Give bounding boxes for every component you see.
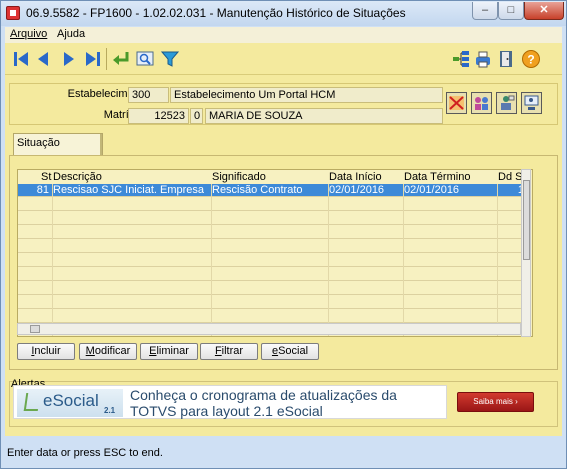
- estabelecimento-code-field[interactable]: 300: [128, 87, 169, 103]
- menu-arquivo-label: Arquivo: [10, 28, 48, 40]
- tab-situacao-label: Situação: [17, 137, 60, 149]
- client-area: ? Estabelecimento: 300 Estabelecimento U…: [5, 43, 562, 436]
- person-card-button[interactable]: [496, 92, 517, 114]
- filtrar-mnemonic: F: [214, 345, 222, 357]
- esocial-logo-version: 2.1: [104, 406, 116, 415]
- empty-row: [18, 226, 524, 239]
- modificar-button[interactable]: Modificar: [79, 343, 137, 360]
- last-record-icon[interactable]: [83, 49, 103, 69]
- column-divider: [211, 184, 212, 336]
- saiba-mais-button[interactable]: Saiba mais ›: [457, 392, 534, 412]
- esocial-check-icon: [23, 393, 41, 411]
- esocial-button[interactable]: eSocial: [261, 343, 319, 360]
- matricula-digit-field: 0: [190, 108, 203, 124]
- incluir-label: ncluir: [34, 345, 61, 357]
- application-window: 06.9.5582 - FP1600 - 1.02.02.031 - Manut…: [0, 0, 567, 469]
- person-computer-button[interactable]: [521, 92, 542, 114]
- column-divider: [497, 184, 498, 336]
- tab-situacao[interactable]: Situação: [13, 133, 103, 155]
- previous-record-icon[interactable]: [33, 49, 53, 69]
- empty-row: [18, 268, 524, 281]
- modificar-mnemonic: M: [85, 345, 95, 357]
- column-header-descricao[interactable]: Descrição: [53, 170, 102, 184]
- cell-st: 81: [36, 184, 49, 196]
- print-icon[interactable]: [473, 49, 493, 69]
- esocial-banner[interactable]: eSocial 2.1 Conheça o cronograma de atua…: [13, 385, 447, 419]
- cell-descricao: Rescisao SJC Iniciat. Empresa: [53, 184, 204, 196]
- esocial-label: Social: [278, 345, 309, 357]
- next-record-icon[interactable]: [59, 49, 79, 69]
- minimize-button[interactable]: –: [472, 2, 498, 20]
- eliminar-button[interactable]: Eliminar: [140, 343, 198, 360]
- menu-ajuda-label: Ajuda: [57, 28, 86, 40]
- cell-data-inicio: 02/01/2016: [329, 184, 385, 196]
- table-row[interactable]: 81 Rescisao SJC Iniciat. Empresa Rescisã…: [18, 184, 524, 197]
- empty-row: [18, 296, 524, 309]
- toolbar-separator: [106, 48, 107, 70]
- people-group-button[interactable]: [471, 92, 492, 114]
- column-divider: [403, 184, 404, 336]
- column-header-st[interactable]: St: [41, 170, 51, 184]
- situations-grid[interactable]: St Descrição Significado Data Início Dat…: [17, 169, 533, 337]
- esocial-logo: eSocial 2.1: [17, 389, 123, 417]
- employee-name-field: MARIA DE SOUZA: [205, 108, 443, 124]
- incluir-button[interactable]: Incluir: [17, 343, 75, 360]
- column-divider: [52, 184, 53, 336]
- horizontal-scrollbar[interactable]: [17, 323, 521, 335]
- status-bar: Enter data or press ESC to end.: [1, 439, 566, 468]
- empty-row: [18, 212, 524, 225]
- help-icon[interactable]: ?: [521, 49, 541, 69]
- column-header-significado[interactable]: Significado: [212, 170, 266, 184]
- filter-icon[interactable]: [160, 49, 180, 69]
- person-card-icon: [501, 95, 515, 110]
- eliminar-label: liminar: [156, 345, 189, 357]
- menu-bar: Arquivo Ajuda: [5, 27, 562, 43]
- estabelecimento-name-field: Estabelecimento Um Portal HCM: [170, 87, 443, 103]
- modificar-label: odificar: [94, 345, 131, 357]
- preview-icon[interactable]: [135, 49, 155, 69]
- vertical-scroll-thumb[interactable]: [523, 180, 530, 260]
- vertical-scrollbar[interactable]: [521, 169, 531, 337]
- filtrar-label: iltrar: [221, 345, 244, 357]
- exit-door-icon[interactable]: [496, 49, 516, 69]
- menu-ajuda[interactable]: Ajuda: [57, 28, 85, 40]
- tree-icon[interactable]: [451, 49, 471, 69]
- close-button[interactable]: ✕: [524, 2, 564, 20]
- column-divider: [328, 184, 329, 336]
- empty-row: [18, 254, 524, 267]
- app-logo-icon: [6, 6, 20, 20]
- people-group-icon: [475, 97, 488, 110]
- person-computer-icon: [524, 95, 539, 110]
- column-header-data-termino[interactable]: Data Término: [404, 170, 470, 184]
- return-icon[interactable]: [111, 49, 131, 69]
- maximize-button[interactable]: □: [498, 2, 524, 20]
- matricula-number-field[interactable]: 12523: [128, 108, 189, 124]
- filtrar-button[interactable]: Filtrar: [200, 343, 258, 360]
- status-text: Enter data or press ESC to end.: [7, 447, 163, 459]
- horizontal-scroll-thumb[interactable]: [30, 325, 40, 333]
- cell-data-termino: 02/01/2016: [404, 184, 460, 196]
- cell-significado: Rescisão Contrato: [212, 184, 303, 196]
- banner-message: Conheça o cronograma de atualizações da …: [130, 387, 397, 419]
- empty-row: [18, 310, 524, 323]
- toolbar: ?: [5, 43, 562, 75]
- esocial-logo-text: eSocial: [43, 391, 99, 410]
- column-header-data-inicio[interactable]: Data Início: [329, 170, 382, 184]
- empty-row: [18, 240, 524, 253]
- empty-row: [18, 198, 524, 211]
- delete-person-icon: [449, 96, 464, 110]
- menu-arquivo[interactable]: Arquivo: [10, 28, 47, 40]
- svg-text:?: ?: [527, 53, 534, 67]
- first-record-icon[interactable]: [11, 49, 31, 69]
- title-bar[interactable]: 06.9.5582 - FP1600 - 1.02.02.031 - Manut…: [1, 1, 566, 26]
- window-title: 06.9.5582 - FP1600 - 1.02.02.031 - Manut…: [26, 6, 406, 20]
- delete-person-button[interactable]: [446, 92, 467, 114]
- empty-row: [18, 282, 524, 295]
